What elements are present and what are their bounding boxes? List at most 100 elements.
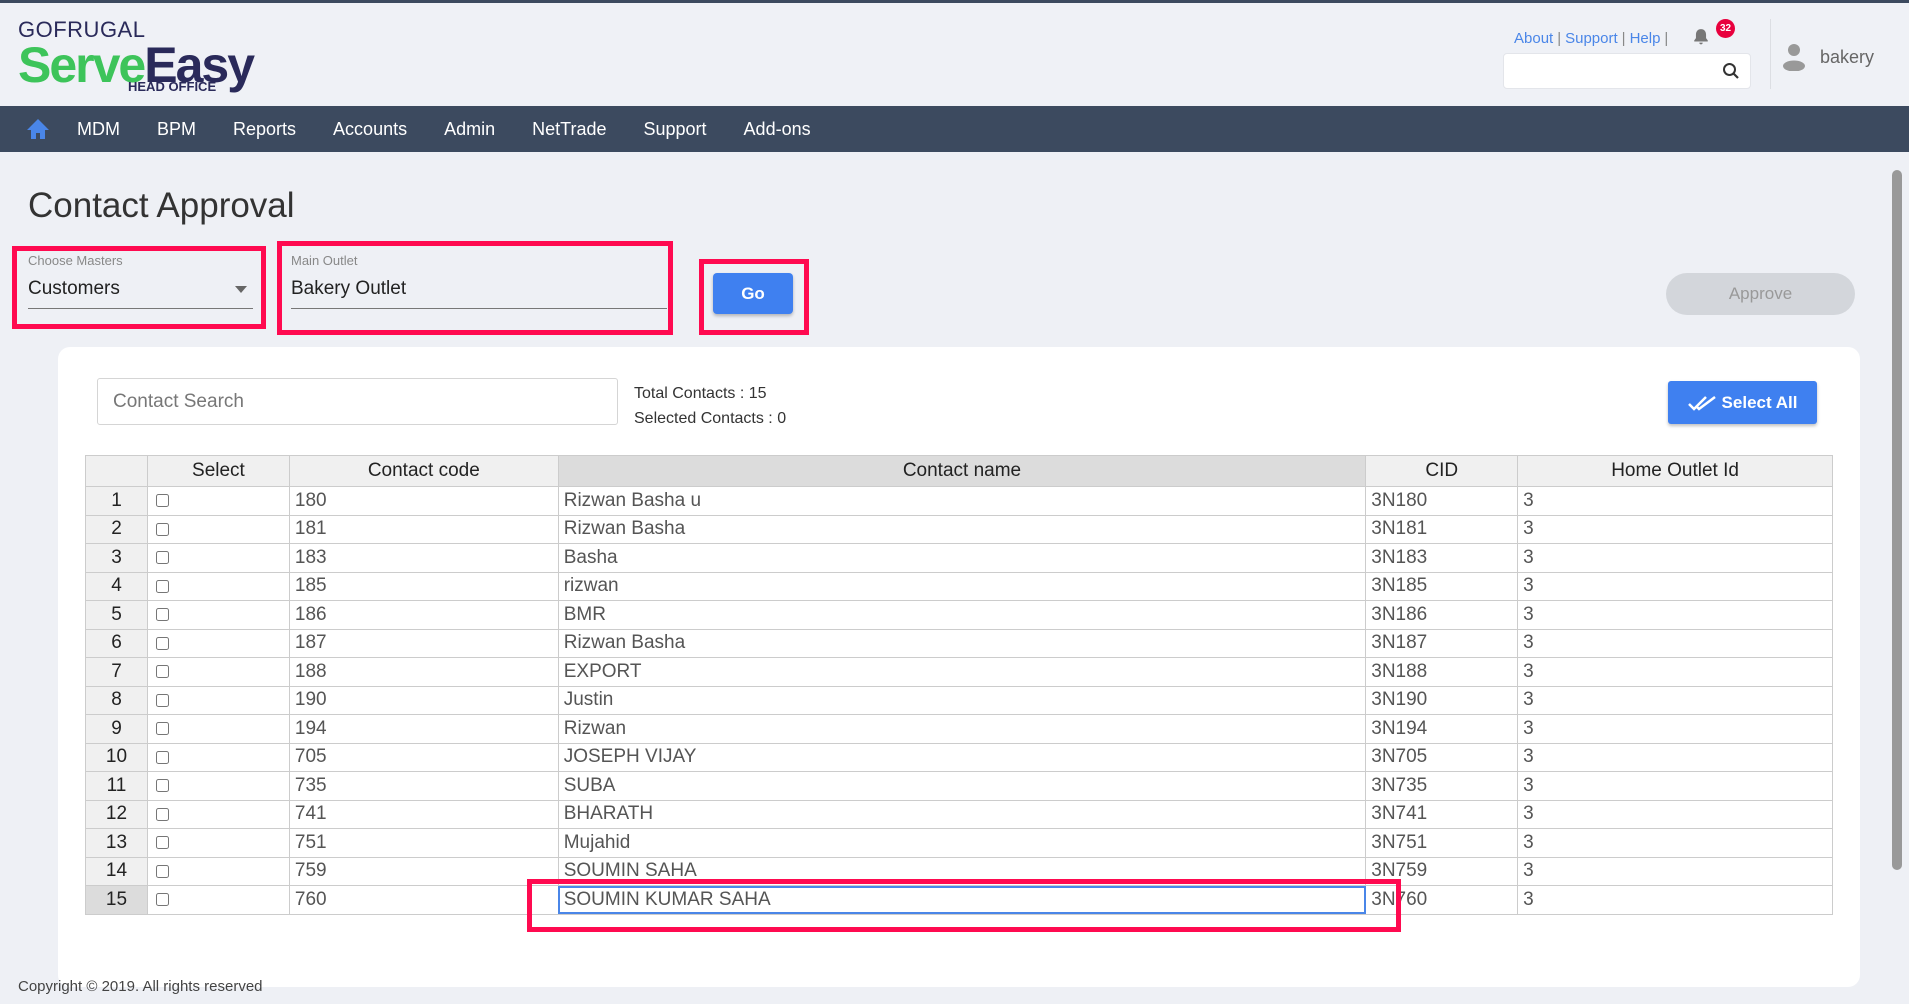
home-icon[interactable] <box>26 117 50 141</box>
home-outlet-cell[interactable]: 3 <box>1517 714 1833 744</box>
contact-name-cell[interactable]: BHARATH <box>557 799 1367 829</box>
row-checkbox[interactable] <box>155 636 169 650</box>
cid-cell[interactable]: 3N183 <box>1365 543 1519 573</box>
cid-cell[interactable]: 3N188 <box>1365 657 1519 687</box>
row-checkbox[interactable] <box>155 807 169 821</box>
contact-name-cell[interactable]: Rizwan Basha u <box>557 486 1367 516</box>
table-row[interactable]: 2 181 Rizwan Basha 3N181 3 <box>85 514 1833 544</box>
cid-cell[interactable]: 3N180 <box>1365 486 1519 516</box>
table-row[interactable]: 13 751 Mujahid 3N751 3 <box>85 828 1833 858</box>
row-checkbox[interactable] <box>155 551 169 565</box>
home-outlet-cell[interactable]: 3 <box>1517 628 1833 658</box>
search-icon[interactable] <box>1722 62 1740 80</box>
about-link[interactable]: About <box>1514 30 1553 47</box>
table-row[interactable]: 9 194 Rizwan 3N194 3 <box>85 714 1833 744</box>
contact-name-cell[interactable]: rizwan <box>557 571 1367 601</box>
header-contact-code[interactable]: Contact code <box>288 455 559 487</box>
row-checkbox[interactable] <box>155 693 169 707</box>
nav-addons[interactable]: Add-ons <box>744 119 811 140</box>
scrollbar[interactable] <box>1892 170 1902 870</box>
cid-cell[interactable]: 3N187 <box>1365 628 1519 658</box>
table-row[interactable]: 4 185 rizwan 3N185 3 <box>85 571 1833 601</box>
contact-name-cell[interactable]: BMR <box>557 600 1367 630</box>
home-outlet-cell[interactable]: 3 <box>1517 486 1833 516</box>
masters-select[interactable]: Customers <box>28 278 120 300</box>
nav-accounts[interactable]: Accounts <box>333 119 407 140</box>
home-outlet-cell[interactable]: 3 <box>1517 742 1833 772</box>
contact-code-cell[interactable]: 759 <box>288 856 559 886</box>
contact-code-cell[interactable]: 185 <box>288 571 559 601</box>
header-home-outlet-id[interactable]: Home Outlet Id <box>1517 455 1833 487</box>
nav-nettrade[interactable]: NetTrade <box>532 119 606 140</box>
contact-name-cell[interactable]: Mujahid <box>557 828 1367 858</box>
contact-name-cell[interactable]: JOSEPH VIJAY <box>557 742 1367 772</box>
contact-code-cell[interactable]: 751 <box>288 828 559 858</box>
global-search-input[interactable] <box>1503 53 1751 89</box>
user-menu[interactable]: bakery <box>1782 43 1874 71</box>
cid-cell[interactable]: 3N185 <box>1365 571 1519 601</box>
home-outlet-cell[interactable]: 3 <box>1517 685 1833 715</box>
contact-code-cell[interactable]: 760 <box>288 885 559 915</box>
table-row[interactable]: 10 705 JOSEPH VIJAY 3N705 3 <box>85 742 1833 772</box>
row-checkbox[interactable] <box>155 864 169 878</box>
cid-cell[interactable]: 3N735 <box>1365 771 1519 801</box>
table-row[interactable]: 8 190 Justin 3N190 3 <box>85 685 1833 715</box>
table-row[interactable]: 11 735 SUBA 3N735 3 <box>85 771 1833 801</box>
header-cid[interactable]: CID <box>1365 455 1519 487</box>
contact-name-cell[interactable]: Rizwan Basha <box>557 514 1367 544</box>
nav-bpm[interactable]: BPM <box>157 119 196 140</box>
contact-code-cell[interactable]: 705 <box>288 742 559 772</box>
home-outlet-cell[interactable]: 3 <box>1517 600 1833 630</box>
cid-cell[interactable]: 3N181 <box>1365 514 1519 544</box>
select-all-button[interactable]: Select All <box>1668 381 1817 424</box>
nav-support[interactable]: Support <box>644 119 707 140</box>
contact-code-cell[interactable]: 194 <box>288 714 559 744</box>
home-outlet-cell[interactable]: 3 <box>1517 543 1833 573</box>
nav-reports[interactable]: Reports <box>233 119 296 140</box>
home-outlet-cell[interactable]: 3 <box>1517 828 1833 858</box>
home-outlet-cell[interactable]: 3 <box>1517 771 1833 801</box>
go-button[interactable]: Go <box>713 273 793 314</box>
row-checkbox[interactable] <box>155 722 169 736</box>
cid-cell[interactable]: 3N751 <box>1365 828 1519 858</box>
row-checkbox[interactable] <box>155 665 169 679</box>
contact-name-cell[interactable]: Justin <box>557 685 1367 715</box>
row-checkbox[interactable] <box>155 494 169 508</box>
support-link[interactable]: Support <box>1565 30 1618 47</box>
contact-name-cell[interactable]: Rizwan Basha <box>557 628 1367 658</box>
row-checkbox[interactable] <box>155 836 169 850</box>
row-checkbox[interactable] <box>155 579 169 593</box>
cid-cell[interactable]: 3N705 <box>1365 742 1519 772</box>
approve-button[interactable]: Approve <box>1666 273 1855 315</box>
table-row[interactable]: 12 741 BHARATH 3N741 3 <box>85 799 1833 829</box>
help-link[interactable]: Help <box>1630 30 1661 47</box>
contact-code-cell[interactable]: 180 <box>288 486 559 516</box>
row-checkbox[interactable] <box>155 522 169 536</box>
contact-code-cell[interactable]: 735 <box>288 771 559 801</box>
contact-code-cell[interactable]: 741 <box>288 799 559 829</box>
contact-search-input[interactable]: Contact Search <box>97 378 618 425</box>
contact-code-cell[interactable]: 187 <box>288 628 559 658</box>
cid-cell[interactable]: 3N741 <box>1365 799 1519 829</box>
contact-code-cell[interactable]: 190 <box>288 685 559 715</box>
contact-code-cell[interactable]: 186 <box>288 600 559 630</box>
table-row[interactable]: 5 186 BMR 3N186 3 <box>85 600 1833 630</box>
contact-name-cell[interactable]: EXPORT <box>557 657 1367 687</box>
cid-cell[interactable]: 3N194 <box>1365 714 1519 744</box>
home-outlet-cell[interactable]: 3 <box>1517 657 1833 687</box>
contact-name-cell[interactable]: Rizwan <box>557 714 1367 744</box>
outlet-select[interactable]: Bakery Outlet <box>291 278 406 300</box>
chevron-down-icon[interactable] <box>235 286 247 293</box>
bell-icon[interactable] <box>1692 28 1710 46</box>
home-outlet-cell[interactable]: 3 <box>1517 856 1833 886</box>
home-outlet-cell[interactable]: 3 <box>1517 799 1833 829</box>
contact-code-cell[interactable]: 183 <box>288 543 559 573</box>
table-row[interactable]: 3 183 Basha 3N183 3 <box>85 543 1833 573</box>
row-checkbox[interactable] <box>155 750 169 764</box>
table-row[interactable]: 6 187 Rizwan Basha 3N187 3 <box>85 628 1833 658</box>
home-outlet-cell[interactable]: 3 <box>1517 571 1833 601</box>
header-select[interactable]: Select <box>146 455 290 487</box>
header-contact-name[interactable]: Contact name <box>557 455 1367 487</box>
contact-name-cell[interactable]: Basha <box>557 543 1367 573</box>
cid-cell[interactable]: 3N186 <box>1365 600 1519 630</box>
